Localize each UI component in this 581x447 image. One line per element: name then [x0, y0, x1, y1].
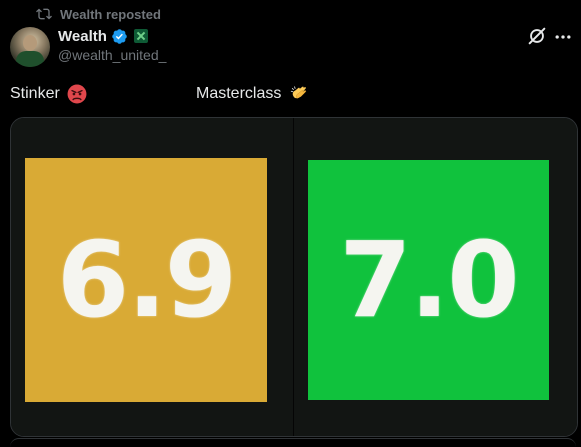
affiliate-badge-icon[interactable] [133, 29, 148, 43]
author-display-name[interactable]: Wealth [58, 28, 107, 45]
media-image[interactable]: 6.9 7.0 [10, 117, 578, 437]
rating-right: 7.0 [339, 219, 519, 341]
grok-icon[interactable] [526, 25, 548, 47]
right-caption: Masterclass [196, 85, 282, 102]
verified-badge-icon[interactable] [111, 28, 128, 45]
repost-indicator[interactable]: Wealth reposted [36, 5, 161, 23]
rating-tile-left: 6.9 [25, 158, 267, 402]
tweet-text-right: Masterclass [196, 84, 309, 104]
avatar-shirt [16, 51, 44, 67]
author-name-row[interactable]: Wealth [58, 26, 148, 46]
avatar[interactable] [10, 27, 50, 67]
repost-icon [36, 8, 52, 20]
left-panel: 6.9 [11, 118, 293, 436]
angry-face-emoji [67, 84, 87, 104]
repost-text: Wealth reposted [60, 6, 161, 22]
author-handle[interactable]: @wealth_united_ [58, 47, 166, 63]
rating-left: 6.9 [56, 219, 237, 341]
right-panel: 7.0 [294, 118, 577, 436]
avatar-head [23, 35, 37, 51]
next-card-edge [10, 438, 576, 447]
more-icon[interactable] [553, 27, 573, 47]
clapping-hands-emoji [290, 86, 306, 99]
tweet-text-left: Stinker [10, 84, 87, 104]
left-caption: Stinker [10, 85, 60, 102]
rating-tile-right: 7.0 [308, 160, 549, 400]
